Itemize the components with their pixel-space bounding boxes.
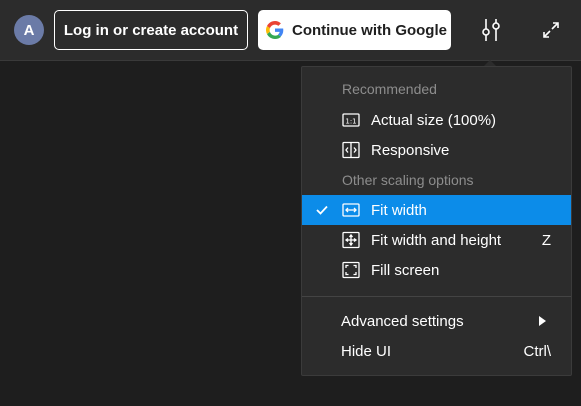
app: A Log in or create account Continue with…: [0, 0, 581, 406]
top-bar: A Log in or create account Continue with…: [0, 0, 581, 61]
shortcut-label: Z: [541, 231, 551, 249]
login-button[interactable]: Log in or create account: [54, 10, 248, 50]
expand-icon: [542, 21, 560, 39]
fullscreen-button[interactable]: [537, 16, 565, 44]
menu-header-recommended: Recommended: [342, 81, 437, 97]
menu-item-label: Fit width: [371, 201, 427, 219]
menu-divider: [302, 296, 571, 297]
avatar[interactable]: A: [14, 15, 44, 45]
svg-text:1:1: 1:1: [345, 118, 356, 126]
menu-item-label: Advanced settings: [341, 312, 464, 330]
menu-item-advanced-settings[interactable]: Advanced settings: [302, 306, 571, 336]
menu-item-actual-size[interactable]: 1:1 Actual size (100%): [302, 105, 571, 135]
menu-item-fit-width-height[interactable]: Fit width and height Z: [302, 225, 571, 255]
menu-item-label: Fill screen: [371, 261, 440, 279]
menu-item-label: Hide UI: [341, 342, 392, 360]
google-login-button[interactable]: Continue with Google: [258, 10, 451, 50]
menu-header-other: Other scaling options: [342, 172, 474, 188]
scaling-menu: Recommended 1:1 Actual size (100%) Respo…: [301, 66, 572, 376]
actual-size-icon: 1:1: [342, 111, 360, 129]
sliders-icon: [479, 17, 503, 43]
fit-width-height-icon: [342, 231, 360, 249]
fill-screen-icon: [342, 261, 360, 279]
shortcut-label: Ctrl\: [523, 342, 552, 360]
menu-item-label: Responsive: [371, 141, 450, 159]
google-button-label: Continue with Google: [292, 21, 447, 39]
checkmark-icon: [315, 203, 329, 217]
scaling-settings-button[interactable]: [477, 16, 505, 44]
google-icon: [266, 21, 284, 39]
menu-item-label: Actual size (100%): [371, 111, 497, 129]
submenu-arrow-icon: [537, 316, 547, 326]
menu-item-fit-width[interactable]: Fit width: [302, 195, 571, 225]
menu-item-fill-screen[interactable]: Fill screen: [302, 255, 571, 285]
menu-item-responsive[interactable]: Responsive: [302, 135, 571, 165]
fit-width-icon: [342, 201, 360, 219]
menu-item-label: Fit width and height: [371, 231, 502, 249]
responsive-icon: [342, 141, 360, 159]
menu-item-hide-ui[interactable]: Hide UI Ctrl\: [302, 336, 571, 366]
